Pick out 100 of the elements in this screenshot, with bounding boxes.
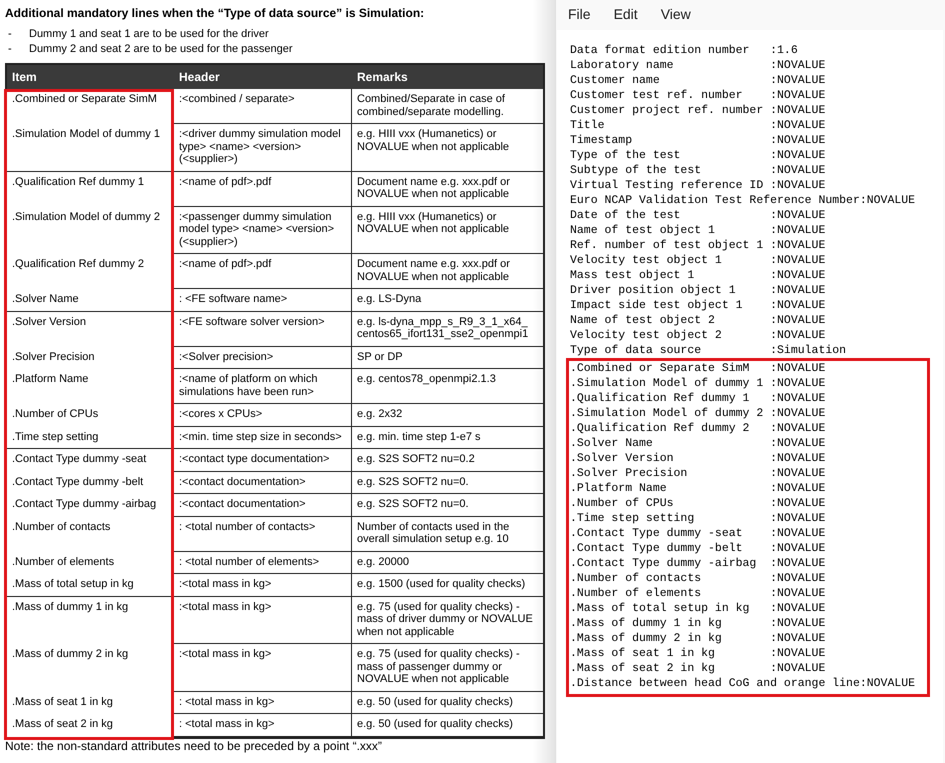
table-cell: :<name of pdf>.pdf: [174, 254, 352, 289]
menu-item[interactable]: File: [559, 3, 600, 26]
table-cell: e.g. S2S SOFT2 nu=0.: [352, 494, 543, 516]
table-cell: .Qualification Ref dummy 1: [7, 172, 174, 206]
table-cell: .Time step setting: [7, 426, 174, 449]
text-line: Velocity test object 1 :NOVALUE: [570, 253, 826, 268]
text-line: Ref. number of test object 1 :NOVALUE: [570, 238, 826, 253]
text-line: .Mass of dummy 2 in kg :NOVALUE: [570, 631, 826, 646]
text-line: .Time step setting :NOVALUE: [570, 511, 826, 526]
table-cell: .Combined or Separate SimM: [7, 89, 174, 124]
table-cell: .Solver Precision: [7, 346, 174, 369]
table-cell: :<contact type documentation>: [174, 449, 352, 472]
text-line: .Contact Type dummy -seat :NOVALUE: [570, 526, 826, 541]
table-cell: e.g. ls-dyna_mpp_s_R9_3_1_x64_ centos65_ifort131_sse2_openmpi1: [352, 312, 543, 346]
text-line: Customer test ref. number :NOVALUE: [570, 88, 826, 103]
table-cell: e.g. 20000: [352, 552, 543, 574]
menu-item[interactable]: Edit: [604, 3, 647, 26]
table-cell: e.g. 50 (used for quality checks): [352, 714, 543, 736]
table-cell: :<name of pdf>.pdf: [174, 172, 352, 206]
text-line: Driver position object 1 :NOVALUE: [570, 283, 826, 298]
table-cell: .Mass of total setup in kg: [7, 574, 174, 596]
table-cell: e.g. S2S SOFT2 nu=0.2: [352, 449, 543, 472]
text-line: Customer name :NOVALUE: [570, 73, 826, 88]
table-cell: :<total mass in kg>: [174, 596, 352, 644]
table-cell: .Solver Version: [7, 312, 174, 346]
table-cell: :<total mass in kg>: [174, 574, 352, 596]
text-line: Mass test object 1 :NOVALUE: [570, 268, 826, 283]
text-line: .Number of contacts :NOVALUE: [570, 571, 826, 586]
text-line: .Mass of total setup in kg :NOVALUE: [570, 601, 826, 616]
table-cell: :<Solver precision>: [174, 346, 352, 369]
text-line: .Number of CPUs :NOVALUE: [570, 496, 826, 511]
table-cell: e.g. centos78_openmpi2.1.3: [352, 369, 543, 404]
text-line: .Combined or Separate SimM :NOVALUE: [570, 361, 826, 376]
table-cell: : <total mass in kg>: [174, 714, 352, 736]
column-header: Remarks: [356, 69, 409, 86]
table-cell: : <total number of contacts>: [174, 516, 352, 552]
table-cell: .Simulation Model of dummy 1: [7, 124, 174, 172]
table-cell: .Platform Name: [7, 369, 174, 404]
table-cell: :<driver dummy simulation model type> <name> <version> (<supplier>): [174, 124, 352, 172]
table-cell: :<passenger dummy simulation model type> <name> <version> (<supplier>): [174, 206, 352, 254]
table-cell: :<total mass in kg>: [174, 644, 352, 692]
table-cell: .Mass of dummy 1 in kg: [7, 596, 174, 644]
text-line: Type of the test :NOVALUE: [570, 148, 826, 163]
table-cell: .Number of elements: [7, 552, 174, 574]
table-cell: .Contact Type dummy -seat: [7, 449, 174, 472]
table-cell: : <FE software name>: [174, 289, 352, 312]
table-cell: e.g. min. time step 1-e7 s: [352, 426, 543, 449]
table-cell: e.g. S2S SOFT2 nu=0.: [352, 472, 543, 494]
table-cell: .Number of contacts: [7, 516, 174, 552]
text-line: .Contact Type dummy -belt :NOVALUE: [570, 541, 826, 556]
text-line: .Simulation Model of dummy 1 :NOVALUE: [570, 376, 826, 391]
table-cell: Combined/Separate in case of combined/separate modelling.: [352, 89, 543, 124]
table-cell: .Simulation Model of dummy 2: [7, 206, 174, 254]
table-cell: e.g. HIII vxx (Humanetics) or NOVALUE when not applicable: [352, 124, 543, 172]
table-cell: Document name e.g. xxx.pdf or NOVALUE when not applicable: [352, 172, 543, 206]
text-line: .Mass of seat 2 in kg :NOVALUE: [570, 661, 826, 676]
table-cell: .Contact Type dummy -airbag: [7, 494, 174, 516]
bullet-text: Dummy 2 and seat 2 are to be used for the passenger: [29, 42, 293, 57]
table-cell: e.g. 75 (used for quality checks) - mass of driver dummy or NOVALUE when not applicable: [352, 596, 543, 644]
text-line: .Solver Version :NOVALUE: [570, 451, 826, 466]
table-cell: .Mass of seat 1 in kg: [7, 692, 174, 714]
text-line: Name of test object 1 :NOVALUE: [570, 223, 826, 238]
text-line: Euro NCAP Validation Test Reference Number:NOVALUE: [570, 193, 916, 208]
menu-item[interactable]: View: [652, 3, 700, 26]
text-line: .Mass of dummy 1 in kg :NOVALUE: [570, 616, 826, 631]
text-line: .Mass of seat 1 in kg :NOVALUE: [570, 646, 826, 661]
table-cell: :<name of platform on which simulations have been run>: [174, 369, 352, 404]
text-line: .Qualification Ref dummy 2 :NOVALUE: [570, 421, 826, 436]
table-cell: e.g. 1500 (used for quality checks): [352, 574, 543, 596]
table-cell: :<min. time step size in seconds>: [174, 426, 352, 449]
table-cell: e.g. LS-Dyna: [352, 289, 543, 312]
bullet-marker: -: [7, 27, 13, 42]
text-line: .Contact Type dummy -airbag :NOVALUE: [570, 556, 826, 571]
table-cell: .Number of CPUs: [7, 404, 174, 426]
table-cell: e.g. 2x32: [352, 404, 543, 426]
text-line: Title :NOVALUE: [570, 118, 826, 133]
text-line: .Solver Precision :NOVALUE: [570, 466, 826, 481]
text-line: Velocity test object 2 :NOVALUE: [570, 328, 826, 343]
table-cell: .Mass of dummy 2 in kg: [7, 644, 174, 692]
text-line: Timestamp :NOVALUE: [570, 133, 826, 148]
text-line: Customer project ref. number :NOVALUE: [570, 103, 826, 118]
table-cell: : <total mass in kg>: [174, 692, 352, 714]
text-line: Date of the test :NOVALUE: [570, 208, 826, 223]
table-cell: :<contact documentation>: [174, 472, 352, 494]
text-line: Laboratory name :NOVALUE: [570, 58, 826, 73]
text-line: .Qualification Ref dummy 1 :NOVALUE: [570, 391, 826, 406]
column-header: Header: [178, 69, 221, 86]
table-cell: Document name e.g. xxx.pdf or NOVALUE when not applicable: [352, 254, 543, 289]
table-cell: .Contact Type dummy -belt: [7, 472, 174, 494]
text-line: .Number of elements :NOVALUE: [570, 586, 826, 601]
bullet-marker: -: [7, 42, 13, 57]
column-header: Item: [11, 69, 38, 86]
section-heading: Additional mandatory lines when the “Type of data source” is Simulation:: [5, 6, 426, 20]
table-cell: : <total number of elements>: [174, 552, 352, 574]
text-line: Subtype of the test :NOVALUE: [570, 163, 826, 178]
table-cell: Number of contacts used in the overall simulation setup e.g. 10: [352, 516, 543, 552]
text-line: .Distance between head CoG and orange line:NOVALUE: [570, 676, 916, 691]
table-cell: e.g. HIII vxx (Humanetics) or NOVALUE when not applicable: [352, 206, 543, 254]
table-cell: .Mass of seat 2 in kg: [7, 714, 174, 736]
table-cell: SP or DP: [352, 346, 543, 369]
